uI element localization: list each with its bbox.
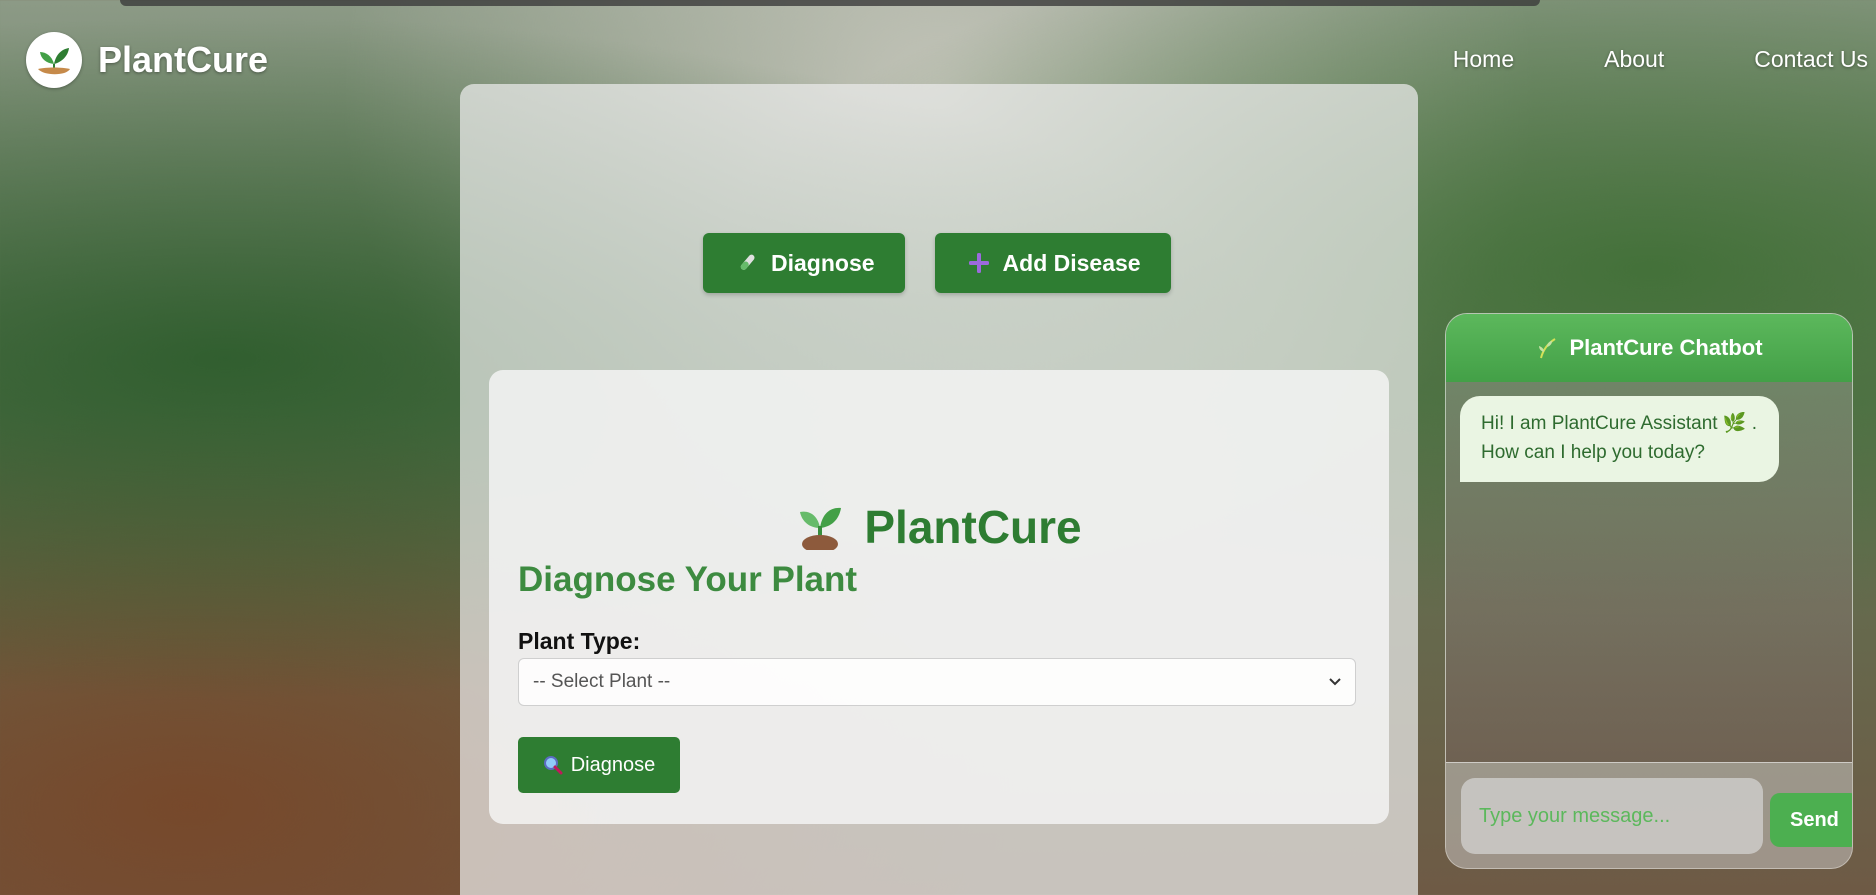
add-disease-button[interactable]: Add Disease [934,233,1171,293]
page-title: Diagnose Your Plant [518,560,858,599]
nav-link-contact[interactable]: Contact Us [1754,46,1868,73]
bot-message: Hi! I am PlantCure Assistant 🌿 . How can… [1460,396,1780,482]
send-button[interactable]: Send [1770,793,1852,847]
brand-name: PlantCure [98,39,269,80]
plant-type-select-value: -- Select Plant -- [533,671,671,692]
bot-message-line-2: How can I help you today? [1481,442,1705,463]
test-tube-icon [735,251,759,275]
card-logo-title: PlantCure [864,500,1082,553]
sprout-icon [796,498,844,555]
magnifier-icon [543,755,563,775]
diagnose-submit-button[interactable]: Diagnose [518,737,680,793]
diagnose-card: PlantCure Diagnose Your Plant Plant Type… [489,370,1389,824]
plant-type-select[interactable]: -- Select Plant -- [518,658,1356,706]
plus-icon [967,251,991,275]
herb-icon [1535,336,1559,360]
action-buttons: Diagnose Add Disease [703,233,1201,293]
nav-link-about[interactable]: About [1604,46,1664,73]
plant-type-label: Plant Type: [518,628,641,654]
diagnose-tab-button[interactable]: Diagnose [703,233,905,293]
brand[interactable]: PlantCure [26,32,268,88]
nav-link-home[interactable]: Home [1453,46,1514,73]
chat-footer: Send [1446,762,1852,868]
diagnose-tab-label: Diagnose [771,249,875,276]
chatbot-title: PlantCure Chatbot [1569,335,1763,360]
diagnose-submit-label: Diagnose [570,753,656,776]
chevron-down-icon [1327,673,1343,695]
chatbot-header: PlantCure Chatbot [1446,314,1852,382]
chatbot-panel: PlantCure Chatbot Hi! I am PlantCure Ass… [1445,313,1853,869]
card-logo: PlantCure [489,498,1389,555]
main-panel: Diagnose Add Disease PlantCure Diagnose … [460,84,1418,895]
add-disease-label: Add Disease [1002,249,1141,276]
bot-message-line-1: Hi! I am PlantCure Assistant 🌿 . [1481,413,1758,434]
chat-messages: Hi! I am PlantCure Assistant 🌿 . How can… [1446,382,1852,762]
plant-hand-logo-icon [26,32,82,88]
nav-links: Home About Contact Us [1363,46,1868,73]
chat-message-input[interactable] [1461,778,1763,854]
